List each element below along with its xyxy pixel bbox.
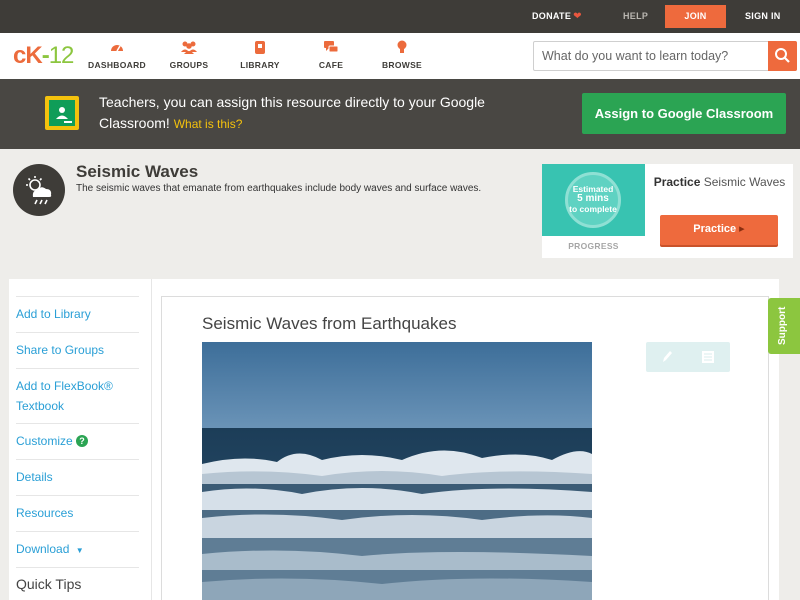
progress-estimate-graphic: Estimated 5 mins to complete <box>542 164 645 236</box>
nav-groups[interactable]: GROUPS <box>154 39 224 70</box>
search-button[interactable] <box>768 41 797 71</box>
sidebar-item-resources[interactable]: Resources <box>16 495 139 531</box>
banner-text: Teachers, you can assign this resource d… <box>99 92 559 135</box>
notes-icon[interactable] <box>701 350 715 369</box>
search-box <box>533 41 797 71</box>
banner-message: Teachers, you can assign this resource d… <box>99 94 485 131</box>
sidebar-item-details[interactable]: Details <box>16 459 139 495</box>
practice-prefix: Practice <box>653 175 701 189</box>
ck12-logo[interactable]: cK-12 <box>13 42 75 70</box>
weather-cloud-sun-icon <box>13 164 65 216</box>
library-icon <box>225 39 295 57</box>
logo-ck: cK <box>13 42 43 69</box>
nav-groups-label: GROUPS <box>169 60 209 70</box>
search-icon <box>768 48 797 75</box>
cafe-icon <box>296 39 366 57</box>
content-tools <box>646 342 730 372</box>
sign-in-link[interactable]: SIGN IN <box>745 0 781 33</box>
nav-cafe[interactable]: CAFE <box>296 39 366 70</box>
content-title: Seismic Waves from Earthquakes <box>202 314 457 333</box>
concept-description: The seismic waves that emanate from eart… <box>76 183 482 194</box>
resource-sidebar: Add to Library Share to Groups Add to Fl… <box>9 279 151 600</box>
what-is-this-link[interactable]: What is this? <box>174 117 243 131</box>
customize-label: Customize <box>16 434 73 448</box>
support-label: Support <box>777 306 788 345</box>
dashboard-icon <box>82 39 152 57</box>
main-navigation: cK-12 DASHBOARD GROUPS LIBRARY CAFE BROW… <box>0 33 800 79</box>
nav-library-label: LIBRARY <box>240 60 280 70</box>
nav-browse[interactable]: BROWSE <box>367 39 437 70</box>
practice-card: Estimated 5 mins to complete PROGRESS Pr… <box>542 164 793 258</box>
estimate-text: Estimated 5 mins to complete <box>565 184 621 214</box>
top-utility-bar: DONATE ❤ HELP JOIN SIGN IN <box>0 0 800 33</box>
quick-tips-heading: Quick Tips <box>16 567 139 592</box>
nav-dashboard[interactable]: DASHBOARD <box>82 39 152 70</box>
concept-title: Seismic Waves <box>76 162 199 181</box>
caret-down-icon: ▼ <box>75 546 84 555</box>
download-label: Download <box>16 542 70 556</box>
sidebar-item-customize[interactable]: Customize ? <box>16 423 139 459</box>
logo-number: 12 <box>48 42 75 69</box>
heart-icon: ❤ <box>573 11 582 22</box>
nav-library[interactable]: LIBRARY <box>225 39 295 70</box>
sidebar-item-share-to-groups[interactable]: Share to Groups <box>16 332 139 368</box>
assign-to-google-classroom-button[interactable]: Assign to Google Classroom <box>582 93 786 134</box>
donate-link[interactable]: DONATE ❤ <box>532 0 582 33</box>
estimate-line3: to complete <box>569 204 617 214</box>
help-link[interactable]: HELP <box>623 0 648 33</box>
google-classroom-icon <box>45 96 79 130</box>
progress-label: PROGRESS <box>568 241 619 251</box>
nav-dashboard-label: DASHBOARD <box>88 60 146 70</box>
nav-cafe-label: CAFE <box>318 60 344 70</box>
nav-browse-label: BROWSE <box>381 60 423 70</box>
help-circle-icon[interactable]: ? <box>76 435 89 447</box>
donate-label: DONATE <box>532 11 572 21</box>
sidebar-item-download[interactable]: Download ▼ <box>16 531 139 567</box>
practice-button-label: Practice <box>693 223 737 235</box>
browse-icon <box>367 39 437 57</box>
practice-button[interactable]: Practice ▸ <box>660 215 778 245</box>
estimate-line2: 5 mins <box>577 193 609 204</box>
logo-dash: - <box>41 42 50 69</box>
support-tab[interactable]: Support <box>768 298 800 354</box>
ocean-waves-image <box>202 342 592 600</box>
sidebar-item-add-to-flexbook[interactable]: Add to FlexBook® Textbook <box>16 368 139 423</box>
chevron-right-icon: ▸ <box>739 223 745 235</box>
practice-heading: Practice Seismic Waves <box>652 175 787 189</box>
pencil-icon[interactable] <box>660 349 674 370</box>
search-input[interactable] <box>534 42 768 70</box>
groups-icon <box>154 39 224 57</box>
sidebar-item-add-to-library[interactable]: Add to Library <box>16 296 139 332</box>
practice-topic: Seismic Waves <box>703 175 786 189</box>
join-button[interactable]: JOIN <box>665 5 726 28</box>
